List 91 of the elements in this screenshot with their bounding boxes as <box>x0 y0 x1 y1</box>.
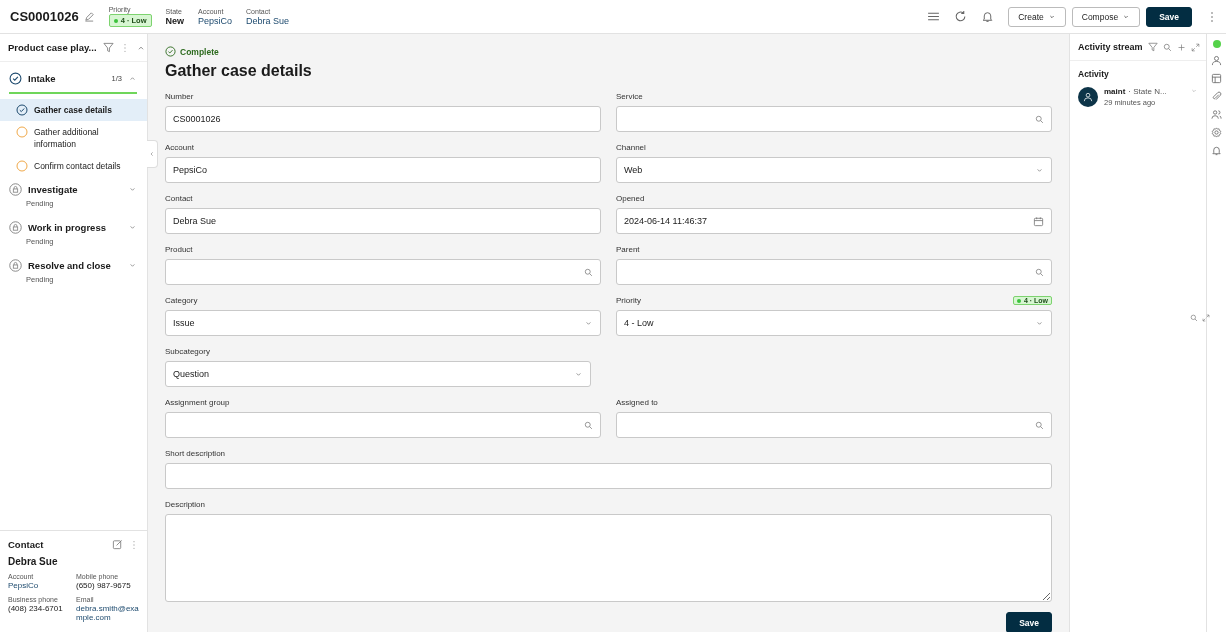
field-label: Short description <box>165 449 226 458</box>
menu-icon[interactable] <box>927 10 941 23</box>
check-circle-icon <box>165 46 176 57</box>
expand-icon[interactable] <box>1190 42 1200 52</box>
task-item[interactable]: Confirm contact details <box>0 155 147 177</box>
paperclip-icon[interactable] <box>1211 91 1222 102</box>
dropdown-field[interactable]: Web <box>616 157 1052 183</box>
field-value: New <box>165 15 185 26</box>
stage-header[interactable]: Investigate <box>0 177 147 201</box>
contact-link[interactable]: debra.smith@example.com <box>76 604 139 622</box>
header-link[interactable]: Debra Sue <box>246 15 290 26</box>
field-label: Opened <box>616 194 645 203</box>
person-icon <box>1083 92 1093 102</box>
field-label: Product <box>165 245 193 254</box>
search-field[interactable] <box>616 106 1052 132</box>
case-number: CS0001026 <box>10 9 79 24</box>
field-label: Category <box>165 296 198 305</box>
field-label: Assigned to <box>616 398 658 407</box>
input-field[interactable] <box>165 463 1052 489</box>
task-status: Complete <box>180 46 219 57</box>
header-link[interactable]: PepsiCo <box>198 15 233 26</box>
panel-title: Activity stream <box>1078 42 1143 52</box>
contact-name[interactable]: Debra Sue <box>8 556 139 567</box>
people-icon[interactable] <box>1211 109 1222 120</box>
person-icon[interactable] <box>1211 55 1222 66</box>
filter-icon[interactable] <box>102 42 114 53</box>
stage-header[interactable]: Resolve and close <box>0 253 147 277</box>
menu-button[interactable]: Create <box>1008 6 1066 27</box>
stage-header[interactable]: Work in progress <box>0 215 147 239</box>
add-icon[interactable] <box>1176 42 1186 52</box>
stage-name: Resolve and close <box>28 260 112 271</box>
task-title: Gather case details <box>165 62 313 80</box>
expand-icon[interactable] <box>1202 314 1210 322</box>
field-label: Subcategory <box>165 347 210 356</box>
stage-name: Investigate <box>28 184 79 195</box>
search-field[interactable] <box>616 412 1052 438</box>
stage-name: Work in progress <box>28 222 107 233</box>
user-name: maint <box>1104 87 1126 96</box>
contact-link[interactable]: PepsiCo <box>8 581 76 590</box>
search-icon[interactable] <box>584 267 593 277</box>
status-dot <box>1016 298 1021 303</box>
search-icon[interactable] <box>1035 267 1044 277</box>
calendar-icon[interactable] <box>1033 215 1044 227</box>
save-button[interactable]: Save <box>1146 6 1192 27</box>
entry-summary: · State N... <box>1128 87 1167 96</box>
task-item[interactable]: Gather case details <box>0 99 147 121</box>
task-item[interactable]: Gather additional information <box>0 121 147 155</box>
input-field[interactable]: Debra Sue <box>165 208 601 234</box>
filter-icon[interactable] <box>1147 42 1158 52</box>
dropdown-field[interactable]: Question <box>165 361 591 387</box>
search-icon[interactable] <box>1190 314 1198 322</box>
field-label: Number <box>165 92 194 101</box>
collapse-tab-icon[interactable] <box>147 140 158 168</box>
stage-name: Intake <box>28 73 57 84</box>
pencil-icon[interactable] <box>83 11 95 22</box>
card-title: Contact <box>8 539 45 550</box>
input-field[interactable]: PepsiCo <box>165 157 601 183</box>
field-value: (650) 987-9675 <box>76 581 132 590</box>
playbook-title: Product case play... <box>8 42 97 53</box>
search-field[interactable] <box>165 259 601 285</box>
field-label: Description <box>165 500 205 509</box>
date-field[interactable]: 2024-06-14 11:46:37 <box>616 208 1052 234</box>
field-value: (408) 234-6701 <box>8 604 64 613</box>
section-title: Activity <box>1077 68 1110 81</box>
search-field[interactable] <box>616 259 1052 285</box>
field-label: Account <box>165 143 194 152</box>
text-area[interactable] <box>165 514 1052 602</box>
layout-icon[interactable] <box>1211 73 1222 84</box>
field-label: Contact <box>165 194 193 203</box>
field-label: Channel <box>616 143 646 152</box>
search-field[interactable] <box>165 412 601 438</box>
settings-icon[interactable] <box>1211 127 1222 138</box>
status-dot <box>1212 40 1221 48</box>
field-label: Parent <box>616 245 640 254</box>
refresh-icon[interactable] <box>954 10 968 23</box>
search-icon[interactable] <box>1035 420 1044 430</box>
input-field[interactable]: CS0001026 <box>165 106 601 132</box>
bell-icon[interactable] <box>981 10 995 23</box>
search-icon[interactable] <box>1035 114 1044 124</box>
bell-icon[interactable] <box>1211 145 1222 156</box>
field-label: Priority <box>616 296 641 305</box>
field-label: Service <box>616 92 643 101</box>
dropdown-field[interactable]: Issue <box>165 310 601 336</box>
search-icon[interactable] <box>1162 42 1172 52</box>
save-button[interactable]: Save <box>1006 612 1052 632</box>
field-label: Assignment group <box>165 398 230 407</box>
caret-icon[interactable] <box>1190 87 1198 95</box>
search-icon[interactable] <box>584 420 593 430</box>
dropdown-field[interactable]: 4 - Low <box>616 310 1052 336</box>
menu-button[interactable]: Compose <box>1071 6 1141 27</box>
edit-icon[interactable] <box>112 539 123 550</box>
